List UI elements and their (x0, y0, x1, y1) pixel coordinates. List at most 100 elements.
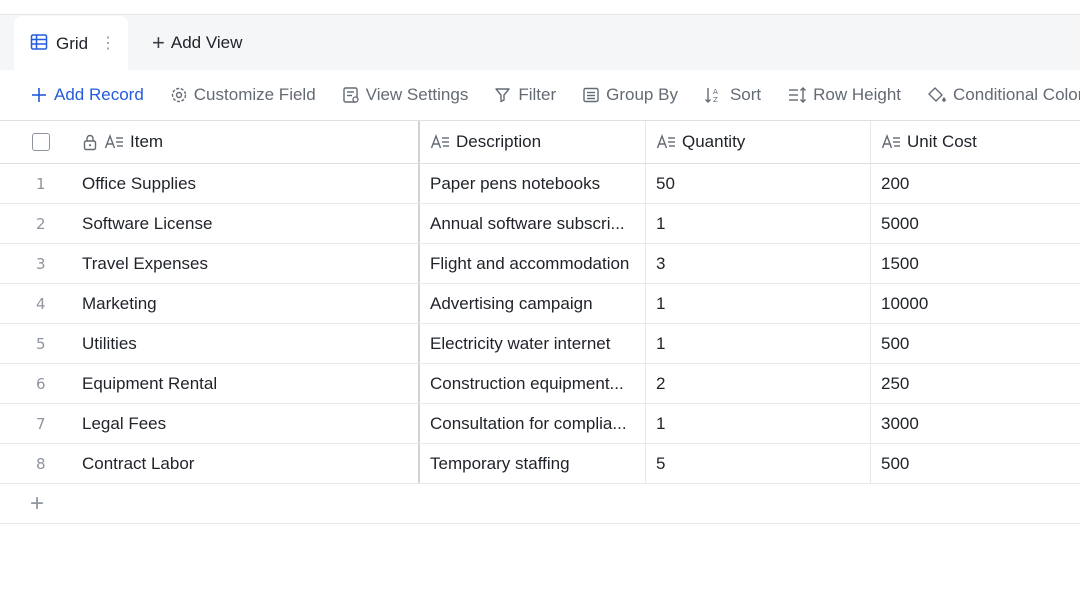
view-settings-button[interactable]: View Settings (342, 85, 469, 105)
column-header-label: Description (456, 132, 542, 151)
cell-unit-cost[interactable]: 1500 (871, 244, 1080, 283)
add-record-button[interactable]: Add Record (30, 85, 144, 105)
cell-quantity[interactable]: 2 (646, 364, 871, 403)
row-number: 4 (36, 294, 46, 313)
cell-description[interactable]: Electricity water internet (420, 324, 646, 363)
row-number: 3 (36, 254, 46, 273)
header-checkbox-cell (0, 121, 70, 163)
column-header-unit-cost[interactable]: Unit Cost (871, 121, 1080, 163)
text-field-icon (430, 134, 449, 149)
table-row[interactable]: 6 Equipment Rental Construction equipmen… (0, 364, 1080, 404)
row-number: 7 (36, 414, 46, 433)
table-row[interactable]: 1 Office Supplies Paper pens notebooks 5… (0, 164, 1080, 204)
sort-icon: AZ (704, 88, 718, 104)
cell-description[interactable]: Flight and accommodation (420, 244, 646, 283)
cell-item[interactable]: Utilities (70, 324, 420, 363)
cell-item[interactable]: Legal Fees (70, 404, 420, 443)
plus-icon: + (152, 30, 165, 55)
cell-unit-cost[interactable]: 200 (871, 164, 1080, 203)
conditional-color-label: Conditional Color (953, 85, 1080, 104)
text-field-icon (104, 134, 123, 149)
table-row[interactable]: 7 Legal Fees Consultation for complia...… (0, 404, 1080, 444)
cell-description[interactable]: Temporary staffing (420, 444, 646, 483)
cell-unit-cost[interactable]: 5000 (871, 204, 1080, 243)
toolbar: Add Record Customize Field View Settings… (0, 70, 1080, 120)
cell-description[interactable]: Construction equipment... (420, 364, 646, 403)
text-field-icon (656, 134, 675, 149)
column-header-quantity[interactable]: Quantity (646, 121, 871, 163)
column-header-description[interactable]: Description (420, 121, 646, 163)
cell-unit-cost[interactable]: 250 (871, 364, 1080, 403)
cell-quantity[interactable]: 1 (646, 324, 871, 363)
cell-description[interactable]: Advertising campaign (420, 284, 646, 323)
cell-description[interactable]: Paper pens notebooks (420, 164, 646, 203)
cell-quantity[interactable]: 1 (646, 204, 871, 243)
add-row-plus-icon[interactable]: + (30, 491, 44, 516)
row-number: 8 (36, 454, 46, 473)
group-by-button[interactable]: Group By (582, 85, 678, 105)
tab-grid-view[interactable]: Grid ⋮ (14, 16, 128, 72)
cell-item[interactable]: Software License (70, 204, 420, 243)
gear-icon (171, 87, 186, 103)
data-grid: Item Description Quantity Unit Cost 1 Of… (0, 120, 1080, 524)
tab-more-icon[interactable]: ⋮ (100, 36, 116, 52)
column-header-item[interactable]: Item (70, 121, 420, 163)
cell-item[interactable]: Marketing (70, 284, 420, 323)
sort-button[interactable]: AZ Sort (704, 85, 761, 105)
filter-icon (495, 88, 511, 103)
cell-quantity[interactable]: 3 (646, 244, 871, 283)
group-by-icon (583, 87, 599, 103)
cell-quantity[interactable]: 1 (646, 284, 871, 323)
add-view-button[interactable]: + Add View (152, 15, 242, 71)
row-height-icon (789, 87, 807, 103)
row-height-label: Row Height (813, 85, 902, 104)
cell-unit-cost[interactable]: 500 (871, 324, 1080, 363)
add-record-label: Add Record (54, 85, 144, 104)
filter-label: Filter (518, 85, 557, 104)
table-row[interactable]: 4 Marketing Advertising campaign 1 10000 (0, 284, 1080, 324)
cell-item[interactable]: Contract Labor (70, 444, 420, 483)
customize-field-label: Customize Field (193, 85, 316, 104)
row-number: 1 (36, 174, 46, 193)
table-row[interactable]: 5 Utilities Electricity water internet 1… (0, 324, 1080, 364)
cell-item[interactable]: Equipment Rental (70, 364, 420, 403)
cell-quantity[interactable]: 5 (646, 444, 871, 483)
cell-unit-cost[interactable]: 3000 (871, 404, 1080, 443)
table-row[interactable]: 2 Software License Annual software subsc… (0, 204, 1080, 244)
column-header-label: Unit Cost (907, 132, 977, 151)
grid-header-row: Item Description Quantity Unit Cost (0, 120, 1080, 164)
sort-label: Sort (729, 85, 762, 104)
cell-description[interactable]: Consultation for complia... (420, 404, 646, 443)
customize-field-button[interactable]: Customize Field (170, 85, 316, 105)
svg-text:A: A (713, 88, 718, 96)
cell-item[interactable]: Travel Expenses (70, 244, 420, 283)
table-row[interactable]: 8 Contract Labor Temporary staffing 5 50… (0, 444, 1080, 484)
table-row[interactable]: 3 Travel Expenses Flight and accommodati… (0, 244, 1080, 284)
row-height-button[interactable]: Row Height (787, 85, 901, 105)
row-number: 5 (36, 334, 46, 353)
cell-description[interactable]: Annual software subscri... (420, 204, 646, 243)
add-view-label: Add View (170, 33, 243, 52)
cell-unit-cost[interactable]: 500 (871, 444, 1080, 483)
view-settings-icon (342, 87, 359, 103)
row-number: 2 (36, 214, 46, 233)
text-field-icon (881, 134, 900, 149)
filter-button[interactable]: Filter (494, 85, 556, 105)
cell-item[interactable]: Office Supplies (70, 164, 420, 203)
plus-icon (32, 88, 46, 102)
add-row-bar[interactable]: + (0, 484, 1080, 524)
column-header-label: Item (130, 132, 164, 151)
cell-quantity[interactable]: 1 (646, 404, 871, 443)
view-tab-bar: Grid ⋮ + Add View (0, 14, 1080, 72)
cell-unit-cost[interactable]: 10000 (871, 284, 1080, 323)
select-all-checkbox[interactable] (32, 133, 50, 151)
tab-grid-label: Grid (56, 34, 89, 53)
group-by-label: Group By (606, 85, 678, 104)
conditional-color-button[interactable]: Conditional Color (927, 85, 1080, 105)
row-number: 6 (36, 374, 46, 393)
lock-icon (83, 134, 97, 151)
view-settings-label: View Settings (365, 85, 469, 104)
grid-view-icon (30, 33, 48, 56)
cell-quantity[interactable]: 50 (646, 164, 871, 203)
paint-bucket-icon (928, 87, 946, 102)
